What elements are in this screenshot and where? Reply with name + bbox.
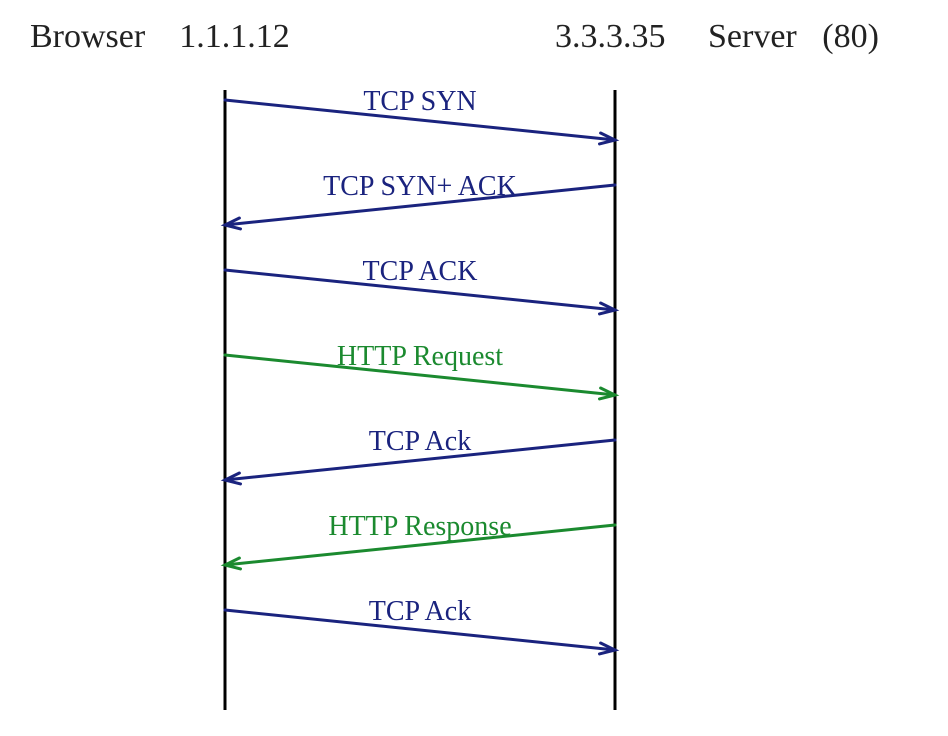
message-label: TCP Ack xyxy=(369,426,471,457)
message-label: TCP Ack xyxy=(369,596,471,627)
message-label: TCP SYN+ ACK xyxy=(323,171,517,202)
sequence-svg: TCP SYN TCP SYN+ ACK TCP ACK HTTP Request TC… xyxy=(0,0,948,736)
message-label: TCP ACK xyxy=(363,256,478,287)
message-label: TCP SYN xyxy=(363,86,476,117)
message-label: HTTP Response xyxy=(328,511,511,542)
message-label: HTTP Request xyxy=(337,341,503,372)
sequence-diagram: Browser 1.1.1.12 3.3.3.35 Server (80) TC… xyxy=(0,0,948,736)
